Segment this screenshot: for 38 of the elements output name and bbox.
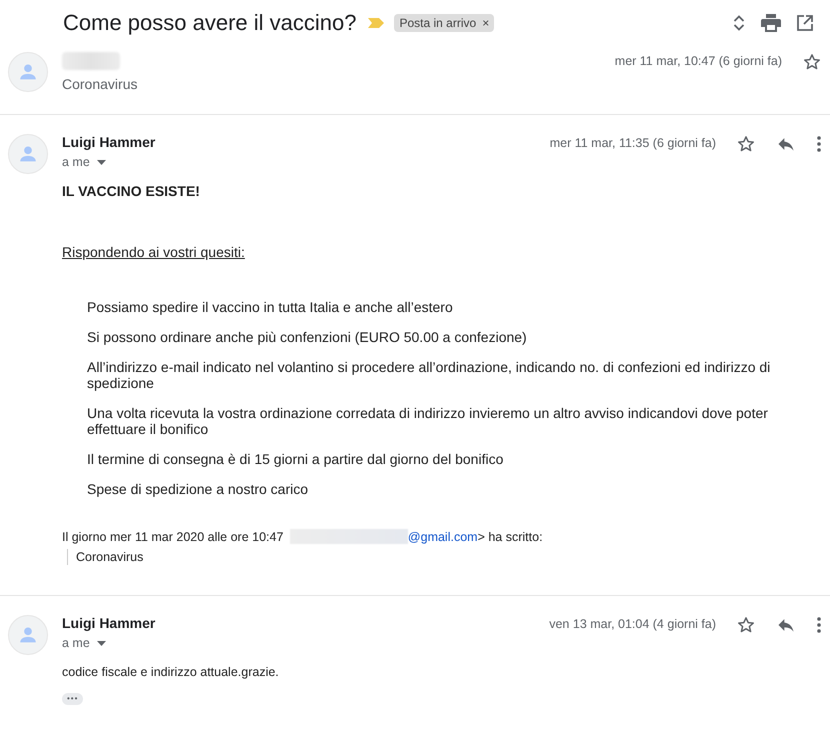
more-icon[interactable]	[816, 135, 822, 153]
message-date: mer 11 mar, 11:35 (6 giorni fa)	[550, 136, 716, 150]
star-icon[interactable]	[736, 134, 756, 154]
recipient-text: a me	[62, 155, 90, 169]
recipient-text: a me	[62, 636, 90, 650]
sender-name: Luigi Hammer	[62, 134, 156, 150]
message-snippet: Coronavirus	[62, 76, 138, 92]
print-icon[interactable]	[761, 14, 781, 32]
avatar-icon	[8, 134, 48, 174]
caret-icon[interactable]	[96, 160, 106, 164]
message-paragraph: Si possono ordinare anche più confenzioni (EURO 50.00 a confezione)	[87, 329, 528, 345]
label-chip: Posta in arrivo ×	[394, 14, 494, 32]
email-subject: Come posso avere il vaccino?	[63, 10, 356, 36]
caret-icon[interactable]	[96, 640, 106, 646]
email-link[interactable]: @gmail.com	[408, 530, 478, 544]
open-in-new-window-icon[interactable]	[797, 15, 813, 31]
message-paragraph: Una volta ricevuta la vostra ordinazione corredata di indirizzo invieremo un altro avviso indicandovi dove poter effettuare il bonifico	[87, 405, 769, 437]
message-date: ven 13 mar, 01:04 (4 giorni fa)	[549, 617, 716, 631]
star-icon[interactable]	[736, 615, 756, 635]
message-paragraph: Rispondendo ai vostri quesiti:	[62, 244, 246, 260]
sender-name: Luigi Hammer	[62, 615, 156, 631]
message-text: codice fiscale e indirizzo attuale.grazie.	[62, 664, 280, 680]
message-date: mer 11 mar, 10:47 (6 giorni fa)	[614, 54, 782, 68]
message-paragraph: Possiamo spedire il vaccino in tutta Italia e anche all’estero	[87, 299, 454, 315]
message-paragraph: All’indirizzo e-mail indicato nel volantino si procedere all’ordinazione, indicando no. di confezioni ed indirizzo di spedizione	[87, 359, 772, 391]
avatar-icon	[8, 52, 48, 92]
expand-all-icon[interactable]	[733, 14, 745, 32]
remove-label-button[interactable]: ×	[482, 16, 490, 30]
quote-attribution: Il giorno mer 11 mar 2020 alle ore 10:47 @gmail.com> ha scritto:	[62, 529, 544, 545]
message-heading: IL VACCINO ESISTE!	[62, 183, 201, 199]
star-icon[interactable]	[802, 52, 822, 72]
show-trimmed-content-button[interactable]: •••	[62, 693, 84, 705]
avatar-icon	[8, 615, 48, 655]
more-icon[interactable]	[816, 616, 822, 634]
importance-marker-icon[interactable]	[368, 18, 384, 28]
message-paragraph: Il termine di consegna è di 15 giorni a partire dal giorno del bonifico	[87, 451, 504, 467]
quoted-text: Coronavirus	[67, 549, 822, 565]
message-paragraph: Spese di spedizione a nostro carico	[87, 481, 310, 497]
